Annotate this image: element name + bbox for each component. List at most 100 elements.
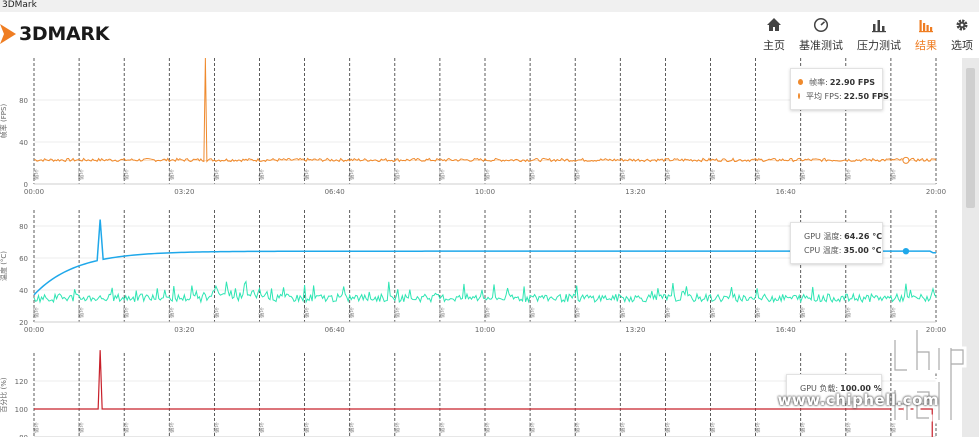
loop-marker-label: 循环: [663, 168, 671, 180]
loop-marker-label: 循环: [212, 421, 220, 433]
fps-legend-value: 22.90 FPS: [829, 77, 875, 87]
loop-marker-label: 循环: [122, 306, 130, 318]
scrollbar-thumb[interactable]: [966, 68, 975, 208]
loop-marker-label: 循环: [709, 168, 717, 180]
3dmark-logo-icon: [0, 24, 16, 44]
loop-marker-label: 循环: [754, 168, 762, 180]
loop-marker-label: 循环: [122, 168, 130, 180]
loop-marker-label: 循环: [799, 421, 807, 433]
loop-marker-label: 循环: [32, 421, 40, 433]
y-axis-label: 温度 (°C): [0, 251, 8, 281]
nav-benchmarks-label: 基准测试: [799, 39, 843, 52]
loop-marker-label: 循环: [32, 168, 40, 180]
gpu-temp-point: [902, 247, 910, 255]
nav-results-label: 结果: [915, 39, 937, 52]
loop-marker-label: 循环: [167, 421, 175, 433]
loop-marker-label: 循环: [528, 421, 536, 433]
gear-icon: [953, 16, 971, 34]
loop-marker-label: 循环: [573, 168, 581, 180]
fps-legend-dot: [798, 79, 804, 85]
x-tick-label: 13:20: [625, 188, 645, 196]
temp-legend: GPU 温度: 64.26 °C CPU 温度: 35.00 °C: [790, 222, 883, 264]
loop-marker-label: 循环: [393, 168, 401, 180]
loop-marker-label: 循环: [438, 306, 446, 318]
x-tick-label: 06:40: [325, 188, 345, 196]
loop-marker-label: 循环: [32, 306, 40, 318]
x-tick-label: 00:00: [24, 326, 44, 334]
loop-marker-label: 循环: [303, 306, 311, 318]
window-titlebar: 3DMark: [0, 0, 979, 12]
loop-marker-label: 循环: [258, 306, 266, 318]
loop-marker-label: 循环: [844, 421, 852, 433]
y-tick-label: 40: [19, 139, 28, 147]
loop-marker-label: 循环: [483, 168, 491, 180]
loop-marker-label: 循环: [709, 421, 717, 433]
loop-marker-label: 循环: [167, 168, 175, 180]
loop-marker-label: 循环: [212, 168, 220, 180]
loop-marker-label: 循环: [303, 168, 311, 180]
cpu-temp-legend-row: CPU 温度: 35.00 °C: [798, 243, 881, 257]
loop-marker-label: 循环: [709, 306, 717, 318]
x-tick-label: 16:40: [776, 188, 796, 196]
x-tick-label: 00:00: [24, 188, 44, 196]
results-content: 0 40 80 帧率 (FPS) 循环 循环 循环 循环 循环 循环 循环 循环 循环 循环 循环 循环 循环循…: [0, 58, 979, 437]
watermark-text: www.chiphell.com: [777, 391, 939, 409]
loop-marker-label: 循环: [663, 421, 671, 433]
loop-marker-label: 循环: [122, 421, 130, 433]
loop-marker-label: 循环: [844, 168, 852, 180]
nav-results[interactable]: 结果: [915, 16, 937, 53]
fps-legend: 帧率: 22.90 FPS 平均 FPS: 22.50 FPS: [790, 68, 889, 110]
y-tick-label: 40: [19, 287, 28, 295]
loop-marker-label: 循环: [258, 421, 266, 433]
avg-fps-legend-value: 22.50 FPS: [843, 91, 889, 101]
x-tick-label: 10:00: [475, 188, 495, 196]
loop-marker-label: 循环: [528, 168, 536, 180]
loop-marker-label: 循环: [348, 421, 356, 433]
gpu-temp-legend-row: GPU 温度: 64.26 °C: [798, 229, 882, 243]
nav-home-label: 主页: [763, 39, 785, 52]
bar-chart-icon: [870, 16, 888, 34]
loop-marker-label: 循环: [393, 421, 401, 433]
x-tick-label: 16:40: [776, 326, 796, 334]
logo-text: 3DMARK: [19, 23, 110, 45]
y-tick-label: 80: [19, 97, 28, 105]
app-logo: 3DMARK: [0, 22, 109, 46]
y-axis-label: 帧率 (FPS): [0, 104, 8, 139]
nav-stress-tests-label: 压力测试: [857, 39, 901, 52]
avg-fps-legend-row: 平均 FPS: 22.50 FPS: [798, 89, 889, 103]
loop-marker-label: 循环: [483, 306, 491, 318]
loop-marker-label: 循环: [528, 306, 536, 318]
nav-benchmarks[interactable]: 基准测试: [799, 16, 843, 53]
loop-marker-label: 循环: [77, 306, 85, 318]
avg-fps-legend-dot: [798, 93, 800, 99]
window-title: 3DMark: [2, 0, 37, 10]
loop-marker-label: 循环: [393, 306, 401, 318]
results-chart-icon: [917, 16, 935, 34]
loop-marker-label: 循环: [799, 306, 807, 318]
chiphell-logo-icon: [891, 326, 967, 424]
y-tick-label: 120: [15, 378, 28, 386]
loop-marker-label: 循环: [348, 306, 356, 318]
loop-marker-label: 循环: [573, 306, 581, 318]
gauge-icon: [812, 16, 830, 34]
loop-marker-label: 循环: [77, 168, 85, 180]
nav-stress-tests[interactable]: 压力测试: [857, 16, 901, 53]
x-tick-label: 03:20: [174, 326, 194, 334]
loop-marker-label: 循环: [844, 306, 852, 318]
x-tick-label: 10:00: [475, 326, 495, 334]
loop-marker-label: 循环: [258, 168, 266, 180]
y-tick-label: 80: [19, 223, 28, 231]
loop-marker-label: 循环: [212, 306, 220, 318]
loop-marker-label: 循环: [754, 421, 762, 433]
gpu-temp-legend-name: GPU 温度:: [804, 231, 843, 241]
loop-marker-label: 循环: [618, 306, 626, 318]
home-icon: [765, 16, 783, 34]
nav-options[interactable]: 选项: [951, 16, 973, 53]
loop-marker-label: 循环: [889, 306, 897, 318]
avg-fps-point: [902, 156, 910, 164]
y-tick-label: 60: [19, 255, 28, 263]
fps-legend-name: 帧率:: [809, 77, 828, 87]
cpu-temp-legend-name: CPU 温度:: [804, 245, 842, 255]
nav-home[interactable]: 主页: [763, 16, 785, 53]
loop-marker-label: 循环: [77, 421, 85, 433]
